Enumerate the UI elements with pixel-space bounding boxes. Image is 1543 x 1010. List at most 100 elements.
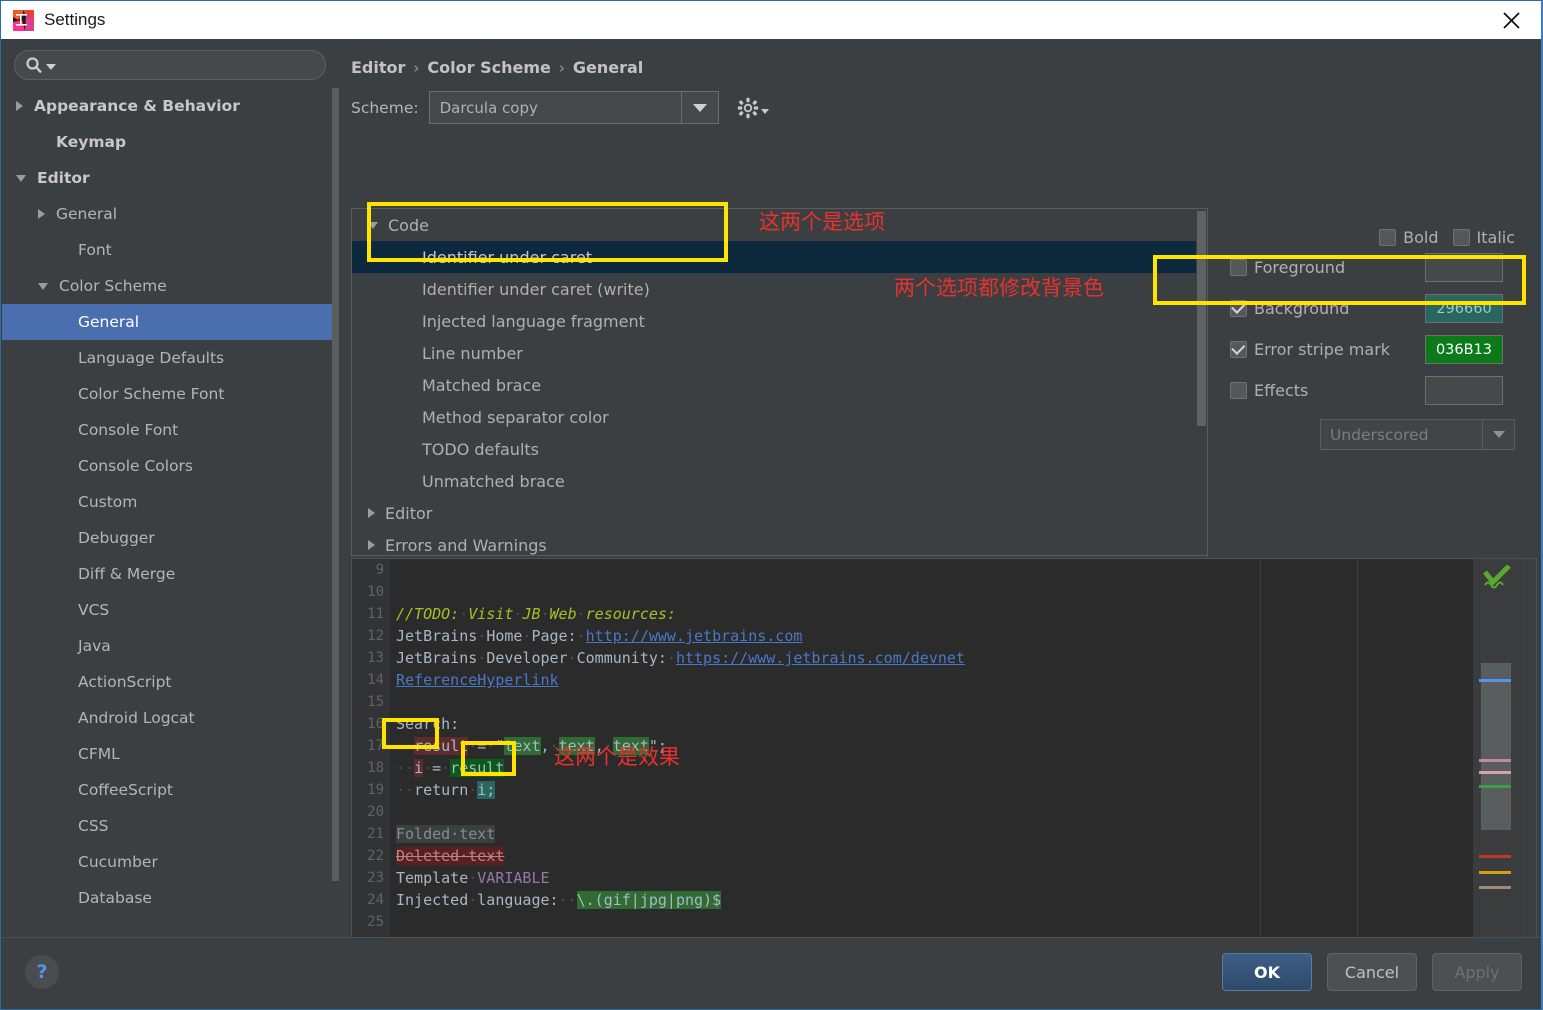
error-stripe-mark[interactable] — [1479, 855, 1511, 858]
chevron-down-icon[interactable] — [1482, 420, 1514, 449]
bold-checkbox[interactable] — [1379, 229, 1397, 246]
preview-scroll-thumb[interactable] — [1481, 663, 1511, 830]
foreground-checkbox-group[interactable]: Foreground — [1230, 258, 1425, 277]
sidebar-item-database[interactable]: Database — [2, 880, 339, 916]
code-token: text — [504, 737, 541, 755]
error-stripe-mark[interactable] — [1479, 886, 1511, 889]
close-icon[interactable] — [1496, 8, 1526, 32]
attribute-item-identifier-under-caret-write[interactable]: Identifier under caret (write) — [352, 273, 1207, 305]
sidebar-item-keymap[interactable]: Keymap — [2, 124, 339, 160]
sidebar-item-diff-merge[interactable]: Diff & Merge — [2, 556, 339, 592]
cancel-button[interactable]: Cancel — [1327, 953, 1417, 991]
attribute-item-identifier-under-caret[interactable]: Identifier under caret — [352, 241, 1207, 273]
attribute-item-unmatched-brace[interactable]: Unmatched brace — [352, 465, 1207, 497]
sidebar-item-language-defaults[interactable]: Language Defaults — [2, 340, 339, 376]
sidebar-item-cucumber[interactable]: Cucumber — [2, 844, 339, 880]
sidebar-item-css[interactable]: CSS — [2, 808, 339, 844]
error-stripe-mark[interactable] — [1479, 679, 1511, 682]
background-color-swatch[interactable]: 296660 — [1425, 294, 1503, 323]
sidebar-item-vcs[interactable]: VCS — [2, 592, 339, 628]
error-stripe-checkbox-group[interactable]: Error stripe mark — [1230, 340, 1425, 359]
chevron-right-icon[interactable] — [16, 101, 23, 111]
attribute-tree-scrollbar[interactable] — [1196, 209, 1207, 555]
apply-button[interactable]: Apply — [1432, 953, 1522, 991]
scheme-select[interactable]: Darcula copy — [428, 91, 719, 124]
search-box[interactable] — [14, 50, 326, 80]
attribute-item-todo-defaults[interactable]: TODO defaults — [352, 433, 1207, 465]
error-stripe-mark[interactable] — [1479, 785, 1511, 788]
breadcrumb-item-general[interactable]: General — [573, 58, 643, 77]
attribute-item-errors-and-warnings[interactable]: Errors and Warnings — [352, 529, 1207, 555]
code-text: Template·VARIABLE — [390, 869, 550, 887]
sidebar-item-general[interactable]: General — [2, 304, 339, 340]
background-checkbox-group[interactable]: Background — [1230, 299, 1425, 318]
preview-scrollbar[interactable] — [1522, 559, 1536, 950]
sidebar-item-color-scheme-font[interactable]: Color Scheme Font — [2, 376, 339, 412]
sidebar-item-general[interactable]: General — [2, 196, 339, 232]
error-stripe-color-swatch[interactable]: 036B13 — [1425, 335, 1503, 364]
chevron-right-icon[interactable] — [368, 540, 375, 550]
foreground-color-swatch[interactable] — [1425, 253, 1503, 282]
sidebar-item-debugger[interactable]: Debugger — [2, 520, 339, 556]
error-stripe-checkbox[interactable] — [1230, 341, 1247, 358]
search-input[interactable] — [62, 52, 315, 78]
code-line: 19 ··return·i; — [352, 779, 1473, 801]
effects-checkbox-group[interactable]: Effects — [1230, 381, 1425, 400]
search-icon — [25, 56, 44, 75]
background-checkbox[interactable] — [1230, 300, 1247, 317]
sidebar-item-color-scheme[interactable]: Color Scheme — [2, 268, 339, 304]
italic-checkbox-group[interactable]: Italic — [1452, 228, 1515, 247]
error-stripe-panel[interactable] — [1473, 559, 1522, 950]
foreground-checkbox[interactable] — [1230, 259, 1247, 276]
effects-color-swatch[interactable] — [1425, 376, 1503, 405]
code-preview[interactable]: 9 10 11//TODO:·Visit·JB·Web·resources: 12 Je… — [351, 558, 1537, 951]
breadcrumb-item-color-scheme[interactable]: Color Scheme — [427, 58, 550, 77]
effect-type-select[interactable]: Underscored — [1320, 419, 1515, 450]
error-stripe-mark[interactable] — [1479, 871, 1511, 874]
attribute-item-editor[interactable]: Editor — [352, 497, 1207, 529]
italic-checkbox[interactable] — [1452, 229, 1470, 246]
sidebar-item-coffeescript[interactable]: CoffeeScript — [2, 772, 339, 808]
chevron-down-icon[interactable] — [368, 221, 378, 229]
sidebar-scrollbar[interactable] — [332, 88, 339, 940]
help-icon[interactable]: ? — [25, 955, 59, 989]
ok-button[interactable]: OK — [1222, 953, 1312, 991]
gear-icon[interactable] — [737, 97, 769, 119]
attribute-item-matched-brace[interactable]: Matched brace — [352, 369, 1207, 401]
sidebar-item-cfml[interactable]: CFML — [2, 736, 339, 772]
chevron-right-icon[interactable] — [368, 508, 375, 518]
attribute-item-label: Identifier under caret — [422, 247, 593, 267]
breadcrumb-item-editor[interactable]: Editor — [351, 58, 405, 77]
chevron-down-icon[interactable] — [680, 92, 718, 123]
sidebar-item-android-logcat[interactable]: Android Logcat — [2, 700, 339, 736]
sidebar-item-editor[interactable]: Editor — [2, 160, 339, 196]
sidebar-item-console-font[interactable]: Console Font — [2, 412, 339, 448]
error-stripe-mark[interactable] — [1479, 771, 1511, 774]
attribute-item-code[interactable]: Code — [352, 209, 1207, 241]
sidebar-item-custom[interactable]: Custom — [2, 484, 339, 520]
error-stripe-mark[interactable] — [1479, 759, 1511, 762]
attribute-tree[interactable]: Code Identifier under caret Identifier und… — [351, 208, 1208, 556]
bold-checkbox-group[interactable]: Bold — [1379, 228, 1439, 247]
line-number: 23 — [352, 867, 390, 889]
attribute-item-line-number[interactable]: Line number — [352, 337, 1207, 369]
sidebar-scroll-thumb[interactable] — [332, 88, 339, 881]
sidebar-item-appearance-behavior[interactable]: Appearance & Behavior — [2, 88, 339, 124]
attribute-item-label: Method separator color — [422, 407, 609, 427]
sidebar-tree: Appearance & Behavior Keymap Editor General… — [2, 88, 339, 940]
chevron-down-icon[interactable] — [38, 282, 48, 290]
sidebar-item-java[interactable]: Java — [2, 628, 339, 664]
sidebar-item-console-colors[interactable]: Console Colors — [2, 448, 339, 484]
sidebar-item-font[interactable]: Font — [2, 232, 339, 268]
chevron-down-icon[interactable] — [46, 56, 56, 75]
chevron-down-icon[interactable] — [16, 174, 26, 182]
chevron-right-icon[interactable] — [38, 209, 45, 219]
effects-checkbox[interactable] — [1230, 382, 1247, 399]
sidebar-item-actionscript[interactable]: ActionScript — [2, 664, 339, 700]
attribute-item-injected-language-fragment[interactable]: Injected language fragment — [352, 305, 1207, 337]
attribute-item-method-separator-color[interactable]: Method separator color — [352, 401, 1207, 433]
attribute-tree-scroll-thumb[interactable] — [1197, 211, 1206, 426]
